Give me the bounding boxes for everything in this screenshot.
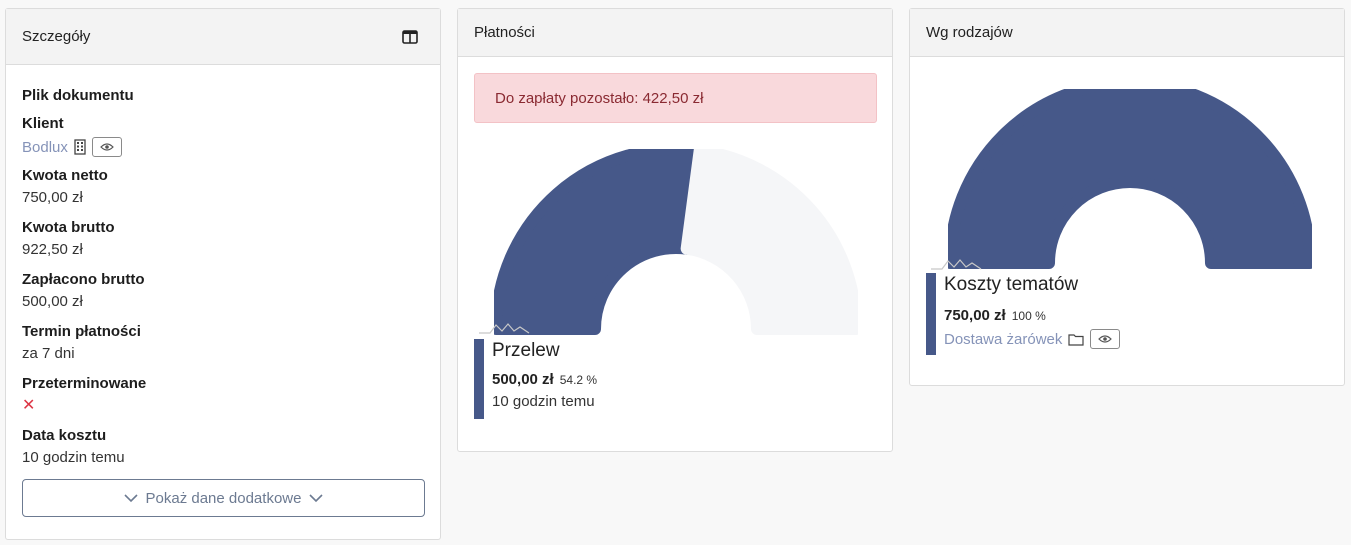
payments-title: Płatności — [474, 24, 535, 41]
payment-amount-row: 500,00 zł 54.2 % — [492, 371, 597, 389]
payments-gauge-chart — [494, 149, 858, 335]
building-icon — [74, 139, 86, 155]
type-percent: 100 % — [1011, 309, 1046, 323]
details-title: Szczegóły — [22, 28, 91, 45]
details-body: Plik dokumentu Klient Bodlux Kwota netto… — [6, 65, 440, 517]
net-label: Kwota netto — [22, 167, 108, 184]
type-link-row: Dostawa żarówek — [944, 327, 1121, 351]
types-gauge-chart — [948, 89, 1312, 269]
type-topic-link[interactable]: Dostawa żarówek — [944, 331, 1062, 348]
paid-label: Zapłacono brutto — [22, 271, 145, 288]
gauge-slice-topic-costs[interactable] — [948, 89, 1312, 269]
columns-toggle-button[interactable] — [396, 23, 424, 51]
term-label: Termin płatności — [22, 323, 141, 340]
types-title: Wg rodzajów — [926, 24, 1013, 41]
gross-value: 922,50 zł — [22, 241, 83, 258]
overdue-label: Przeterminowane — [22, 375, 147, 392]
topic-preview-button[interactable] — [1090, 329, 1121, 349]
payments-header: Płatności — [458, 9, 892, 57]
client-preview-button[interactable] — [91, 137, 122, 157]
eye-icon — [1098, 335, 1113, 343]
eye-icon — [100, 143, 114, 151]
columns-icon — [402, 29, 418, 44]
types-legend-item: Koszty tematów 750,00 zł 100 % Dostawa ża… — [926, 273, 1121, 355]
payment-time: 10 godzin temu — [492, 393, 595, 410]
details-header: Szczegóły — [6, 9, 440, 65]
gross-label: Kwota brutto — [22, 219, 115, 236]
payments-card: Płatności Do zapłaty pozostało: 422,50 z… — [457, 8, 893, 452]
chart-watermark-icon — [479, 323, 530, 334]
term-value: za 7 dni — [22, 345, 75, 362]
net-value: 750,00 zł — [22, 189, 83, 206]
payments-legend-item: Przelew 500,00 zł 54.2 % 10 godzin temu — [474, 339, 597, 419]
chevron-down-icon — [123, 493, 138, 502]
date-label: Data kosztu — [22, 427, 107, 444]
client-label: Klient — [22, 115, 64, 132]
type-amount-row: 750,00 zł 100 % — [944, 307, 1120, 325]
gauge-slice-paid[interactable] — [494, 149, 706, 335]
overdue-false-icon: ✕ — [22, 397, 36, 414]
date-value: 10 godzin temu — [22, 449, 125, 466]
chart-watermark-icon — [931, 259, 982, 270]
show-more-label: Pokaż dane dodatkowe — [145, 489, 302, 507]
folder-icon — [1068, 333, 1084, 346]
file-label: Plik dokumentu — [22, 87, 134, 104]
paid-value: 500,00 zł — [22, 293, 83, 310]
type-amount: 750,00 zł — [944, 307, 1006, 324]
client-link[interactable]: Bodlux — [22, 139, 68, 156]
types-header: Wg rodzajów — [910, 9, 1344, 57]
payment-percent: 54.2 % — [559, 373, 598, 387]
payment-method-name: Przelew — [492, 340, 560, 361]
remaining-alert: Do zapłaty pozostało: 422,50 zł — [474, 73, 877, 123]
type-name: Koszty tematów — [944, 274, 1079, 295]
details-card: Szczegóły Plik dokumentu Klient Bodlux K… — [5, 8, 441, 540]
types-card: Wg rodzajów Koszty tematów 750,00 zł 100 … — [909, 8, 1345, 386]
payment-amount: 500,00 zł — [492, 371, 554, 388]
chevron-down-icon — [309, 493, 324, 502]
show-more-button[interactable]: Pokaż dane dodatkowe — [22, 479, 425, 517]
gauge-slice-remaining[interactable] — [680, 149, 858, 335]
client-row: Bodlux — [22, 135, 424, 159]
